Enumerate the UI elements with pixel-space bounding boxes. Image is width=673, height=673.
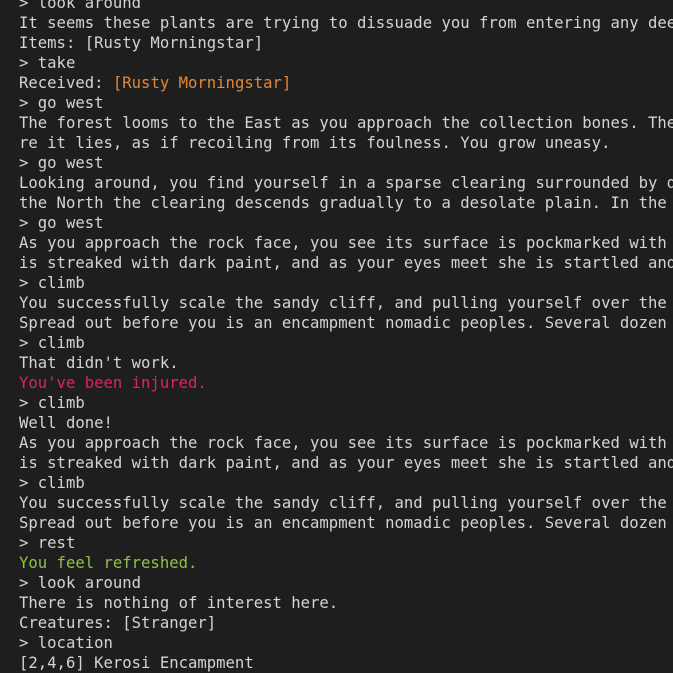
- output-line: There is nothing of interest here.: [19, 594, 339, 612]
- output-line: is streaked with dark paint, and as your…: [19, 254, 673, 272]
- output-line: Well done!: [19, 414, 113, 432]
- terminal-lines: > look around It seems these plants are …: [19, 0, 673, 673]
- output-line: That didn't work.: [19, 354, 179, 372]
- output-line: You successfully scale the sandy cliff, …: [19, 494, 673, 512]
- command-line: > look around: [19, 574, 142, 592]
- output-line: As you approach the rock face, you see i…: [19, 234, 673, 252]
- refreshed-message: You feel refreshed.: [19, 554, 198, 572]
- command-line: > climb: [19, 334, 85, 352]
- output-line: You successfully scale the sandy cliff, …: [19, 294, 673, 312]
- command-line: > climb: [19, 394, 85, 412]
- output-line: The forest looms to the East as you appr…: [19, 114, 673, 132]
- output-line: As you approach the rock face, you see i…: [19, 434, 673, 452]
- output-line: Looking around, you find yourself in a s…: [19, 174, 673, 192]
- command-line: > go west: [19, 154, 104, 172]
- command-line: > rest: [19, 534, 76, 552]
- output-line: re it lies, as if recoiling from its fou…: [19, 134, 611, 152]
- command-line: > location: [19, 634, 113, 652]
- received-line: Received: [Rusty Morningstar]: [19, 73, 673, 93]
- command-line: > climb: [19, 274, 85, 292]
- creatures-line: Creatures: [Stranger]: [19, 614, 217, 632]
- items-line: Items: [Rusty Morningstar]: [19, 34, 264, 52]
- command-line: > take: [19, 54, 76, 72]
- received-label: Received:: [19, 74, 113, 92]
- terminal-output[interactable]: > look around It seems these plants are …: [0, 0, 673, 673]
- command-line: > go west: [19, 214, 104, 232]
- output-line: the North the clearing descends graduall…: [19, 194, 673, 212]
- output-line: Spread out before you is an encampment n…: [19, 514, 673, 532]
- location-line: [2,4,6] Kerosi Encampment: [19, 654, 254, 672]
- command-line: > look around: [19, 0, 142, 12]
- command-line: > climb: [19, 474, 85, 492]
- received-item: [Rusty Morningstar]: [112, 74, 292, 92]
- output-line: It seems these plants are trying to diss…: [19, 14, 673, 32]
- output-line: Spread out before you is an encampment n…: [19, 314, 673, 332]
- output-line: is streaked with dark paint, and as your…: [19, 454, 673, 472]
- injury-message: You've been injured.: [19, 374, 207, 392]
- command-line: > go west: [19, 94, 104, 112]
